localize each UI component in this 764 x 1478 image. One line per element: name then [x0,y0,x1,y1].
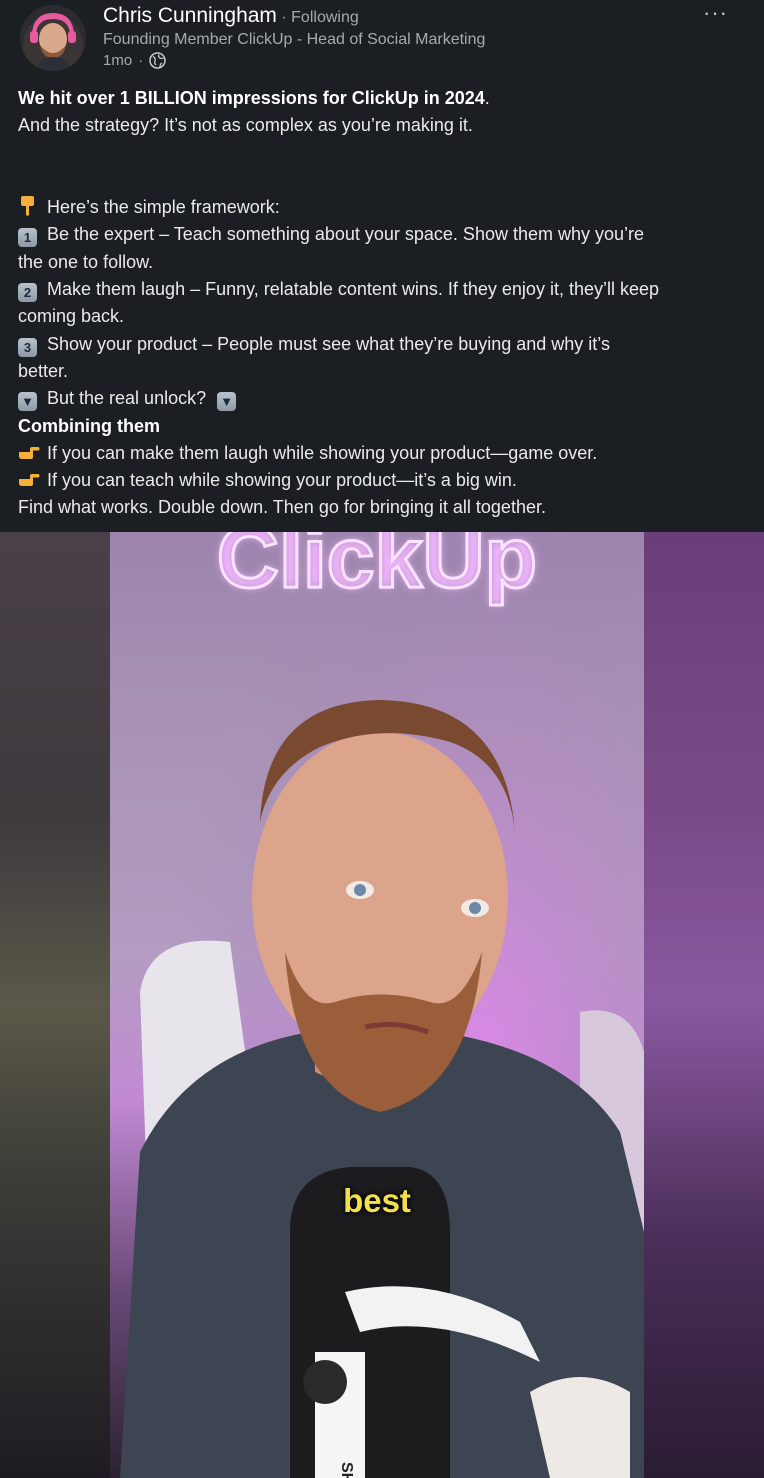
author-name[interactable]: Chris Cunningham [103,4,277,27]
mic-knob [303,1360,347,1404]
headline-tail: . [484,88,490,108]
item-3-cont: better. [18,360,69,381]
closing-line: Find what works. Double down. Then go fo… [18,497,546,518]
video-blur-right [642,532,764,1478]
down-arrow-icon: ▼ [217,392,237,412]
post-body: We hit over 1 BILLION impressions for Cl… [18,85,748,522]
video-frame: ClickUp ClickUp best [110,532,644,1478]
author-avatar[interactable] [20,5,86,71]
item-2-text: Make them laugh – Funny, relatable conte… [47,279,659,300]
framework-intro-line: Here’s the simple framework: [18,194,748,221]
framework-item-3: 3 Show your product – People must see wha… [18,331,748,358]
more-options-icon[interactable]: ··· [703,0,728,26]
framework-intro: Here’s the simple framework: [47,197,280,218]
video-caption: best [343,1182,411,1219]
pointing-right-icon [18,443,40,463]
keycap-1-icon: 1 [18,228,37,248]
mic-brand: SHURE [338,1462,355,1478]
unlock-text: But the real unlock? [47,388,207,409]
item-2-cont: coming back. [18,306,125,327]
item-1-text: Be the expert – Teach something about yo… [47,224,645,245]
post-time: 1mo [103,52,133,69]
pointing-right-icon [18,470,40,490]
headline-bold: We hit over 1 BILLION impressions for Cl… [18,88,485,108]
name-separator: · [281,9,287,26]
post-meta: 1mo · [103,52,166,69]
meta-separator: · [138,52,144,69]
post-line-headline: We hit over 1 BILLION impressions for Cl… [18,85,748,112]
down-arrow-icon: ▼ [18,392,37,412]
neon-sign-outline: ClickUp [217,532,537,606]
author-name-line: Chris Cunningham · Following [103,4,359,28]
post-header: Chris Cunningham · Following Founding Me… [0,0,764,80]
video-blur-left [0,532,112,1478]
pointing-down-icon [18,194,38,216]
author-headline: Founding Member ClickUp - Head of Social… [103,31,486,48]
keycap-2-icon: 2 [18,283,37,303]
unlock-line: ▼ But the real unlock? ▼ [18,385,748,412]
framework-item-1: 1 Be the expert – Teach something about y… [18,221,748,248]
item-3-text: Show your product – People must see what… [47,333,610,354]
framework-item-2: 2 Make them laugh – Funny, relatable cont… [18,276,748,303]
follow-status: Following [291,9,359,26]
combo-line-2: If you can teach while showing your prod… [18,467,748,494]
combo-2-text: If you can teach while showing your prod… [47,470,517,491]
globe-icon [149,52,166,69]
post-line-strategy: And the strategy? It’s not as complex as… [18,115,473,136]
item-1-cont: the one to follow. [18,251,154,272]
keycap-3-icon: 3 [18,337,37,357]
combo-1-text: If you can make them laugh while showing… [47,442,598,463]
combining-title: Combining them [18,415,160,436]
video-player[interactable]: ClickUp ClickUp best [0,532,764,1478]
combo-line-1: If you can make them laugh while showing… [18,440,748,467]
